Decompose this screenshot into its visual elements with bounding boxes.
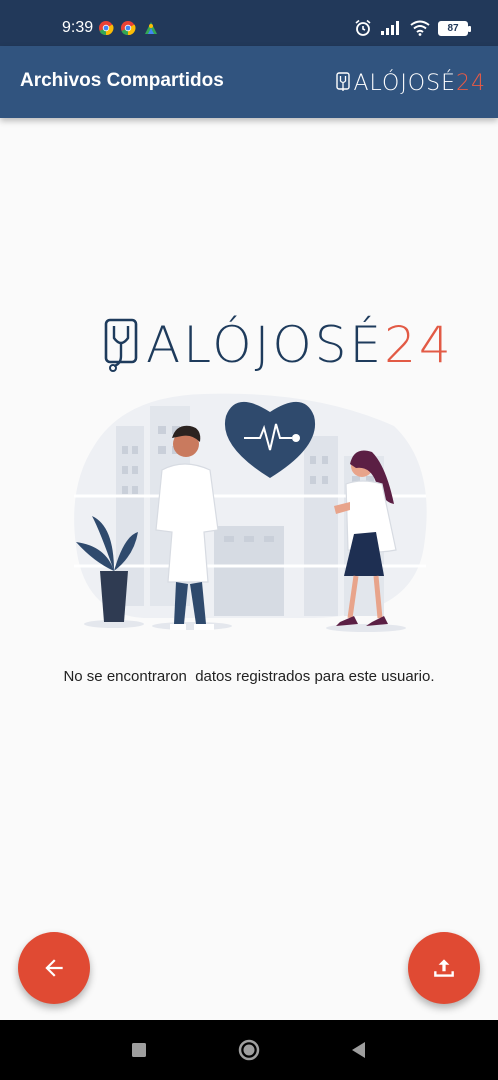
back-button[interactable] bbox=[18, 932, 90, 1004]
page-title: Archivos Compartidos bbox=[20, 70, 224, 91]
recents-icon[interactable] bbox=[128, 1039, 150, 1061]
stethoscope-logo-icon bbox=[104, 318, 138, 372]
battery-icon: 87 bbox=[438, 20, 471, 36]
signal-icon bbox=[381, 21, 399, 35]
status-icons: 87 bbox=[354, 18, 471, 38]
upload-button[interactable] bbox=[408, 932, 480, 1004]
logo-name: ALÓJOSÉ bbox=[146, 316, 385, 374]
stethoscope-icon bbox=[336, 72, 351, 91]
chrome-icon bbox=[99, 21, 114, 36]
brand-name: ALÓJOSÉ bbox=[353, 70, 456, 96]
clock: 9:39 bbox=[62, 19, 94, 36]
brand-number: 24 bbox=[456, 70, 486, 96]
status-bar: 9:39 87 bbox=[0, 0, 498, 46]
alarm-icon bbox=[355, 19, 371, 36]
logo-number: 24 bbox=[384, 316, 454, 374]
main-content: ALÓJOSÉ24 No se encontraron datos regist… bbox=[0, 118, 498, 1020]
alojose-logo: ALÓJOSÉ24 bbox=[104, 314, 454, 376]
arrow-back-icon bbox=[45, 959, 63, 977]
chrome-icon bbox=[121, 21, 136, 36]
maps-icon bbox=[145, 22, 157, 34]
back-nav-icon[interactable] bbox=[348, 1039, 370, 1061]
app-bar: Archivos Compartidos ALÓJOSÉ24 bbox=[0, 46, 498, 118]
doctors-illustration bbox=[74, 393, 427, 632]
wifi-icon bbox=[410, 20, 430, 36]
upload-icon bbox=[434, 959, 454, 977]
brand-logo: ALÓJOSÉ24 bbox=[336, 66, 486, 100]
empty-state-message: No se encontraron datos registrados para… bbox=[63, 668, 435, 685]
system-navigation-bar bbox=[0, 1020, 498, 1080]
home-icon[interactable] bbox=[238, 1039, 260, 1061]
